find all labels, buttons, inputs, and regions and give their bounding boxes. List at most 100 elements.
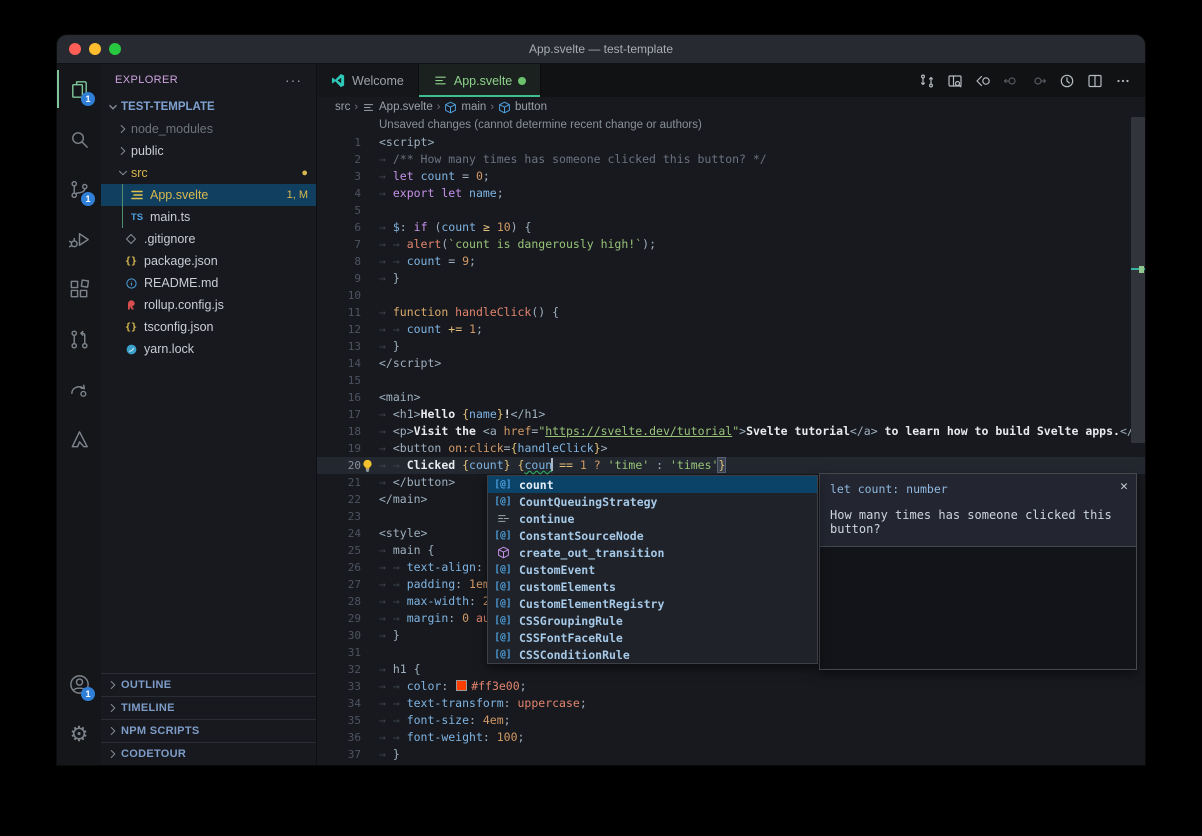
suggest-item-cssconditionrule[interactable]: [@]CSSConditionRule	[488, 646, 817, 663]
code-line-5[interactable]: 5	[317, 202, 1145, 219]
color-swatch[interactable]	[456, 680, 467, 691]
activity-run-and-debug-icon[interactable]	[57, 214, 101, 264]
code-line-33[interactable]: 33→ → color: #ff3e00;	[317, 678, 1145, 695]
activity-azure-icon[interactable]	[57, 414, 101, 464]
activity-accounts-icon[interactable]: 1	[57, 659, 101, 709]
split-editor-icon[interactable]	[1083, 69, 1107, 93]
suggest-item-label: CustomEvent	[519, 563, 595, 577]
gear-icon: ⚙	[70, 722, 89, 746]
section-npm-scripts[interactable]: NPM SCRIPTS	[101, 719, 316, 742]
file-row--gitignore[interactable]: .gitignore	[101, 228, 316, 250]
activity-extensions-icon[interactable]	[57, 264, 101, 314]
code-line-34[interactable]: 34→ → text-transform: uppercase;	[317, 695, 1145, 712]
suggest-item-cssgroupingrule[interactable]: [@]CSSGroupingRule	[488, 612, 817, 629]
line-number: 29	[317, 610, 379, 627]
code-line-10[interactable]: 10	[317, 287, 1145, 304]
activity-settings-icon[interactable]: ⚙	[57, 709, 101, 759]
file-row-node-modules[interactable]: node_modules	[101, 118, 316, 140]
file-row-app-svelte[interactable]: App.svelte1, M	[101, 184, 316, 206]
code-line-18[interactable]: 18→ <p>Visit the <a href="https://svelte…	[317, 423, 1145, 440]
suggest-item-create_out_transition[interactable]: create_out_transition	[488, 544, 817, 561]
open-changes-icon[interactable]	[943, 69, 967, 93]
navigate-back-icon[interactable]	[971, 69, 995, 93]
tab-welcome[interactable]: Welcome	[317, 64, 419, 97]
file-row-rollup-config-js[interactable]: rollup.config.js	[101, 294, 316, 316]
code-line-2[interactable]: 2→ /** How many times has someone clicke…	[317, 151, 1145, 168]
code-line-17[interactable]: 17→ <h1>Hello {name}!</h1>	[317, 406, 1145, 423]
code-line-8[interactable]: 8→ → count = 9;	[317, 253, 1145, 270]
suggest-item-count[interactable]: [@]count	[488, 476, 817, 493]
breadcrumb-item-button[interactable]: button	[498, 101, 547, 114]
lightbulb-icon[interactable]	[361, 459, 374, 472]
code-line-3[interactable]: 3→ let count = 0;	[317, 168, 1145, 185]
badge: 1	[81, 92, 95, 106]
line-number: 21	[317, 474, 379, 491]
section-timeline[interactable]: TIMELINE	[101, 696, 316, 719]
suggest-item-customevent[interactable]: [@]CustomEvent	[488, 561, 817, 578]
code-line-13[interactable]: 13→ }	[317, 338, 1145, 355]
explorer-more-actions-icon[interactable]: ···	[285, 72, 302, 88]
scrollbar-slider[interactable]	[1131, 117, 1145, 443]
code-line-6[interactable]: 6→ $: if (count ≥ 10) {	[317, 219, 1145, 236]
code-line-4[interactable]: 4→ export let name;	[317, 185, 1145, 202]
code-line-37[interactable]: 37→ }	[317, 746, 1145, 763]
line-number: 34	[317, 695, 379, 712]
activity-github-pull-requests-icon[interactable]	[57, 314, 101, 364]
line-number: 30	[317, 627, 379, 644]
section-outline[interactable]: OUTLINE	[101, 673, 316, 696]
gitlens-compare-icon[interactable]	[915, 69, 939, 93]
file-row-yarn-lock[interactable]: yarn.lock	[101, 338, 316, 360]
badge: 1	[81, 192, 95, 206]
suggest-item-continue[interactable]: continue	[488, 510, 817, 527]
breadcrumb-item-app-svelte[interactable]: App.svelte	[362, 101, 433, 114]
section-label: NPM SCRIPTS	[121, 725, 199, 737]
file-row-main-ts[interactable]: TSmain.ts	[101, 206, 316, 228]
line-number: 25	[317, 542, 379, 559]
workspace-root-folder[interactable]: TEST-TEMPLATE	[101, 96, 316, 118]
code-line-1[interactable]: 1<script>	[317, 134, 1145, 151]
code-line-9[interactable]: 9→ }	[317, 270, 1145, 287]
suggest-item-label: create_out_transition	[519, 546, 664, 560]
code-line-12[interactable]: 12→ → count += 1;	[317, 321, 1145, 338]
code-line-15[interactable]: 15	[317, 372, 1145, 389]
file-row-tsconfig-json[interactable]: {}tsconfig.json	[101, 316, 316, 338]
code-line-35[interactable]: 35→ → font-size: 4em;	[317, 712, 1145, 729]
code-editor[interactable]: Unsaved changes (cannot determine recent…	[317, 117, 1145, 765]
json-icon: {}	[123, 319, 139, 335]
code-line-16[interactable]: 16<main>	[317, 389, 1145, 406]
code-line-7[interactable]: 7→ → alert(`count is dangerously high!`)…	[317, 236, 1145, 253]
activity-source-control-icon[interactable]: 1	[57, 164, 101, 214]
code-line-14[interactable]: 14</script>	[317, 355, 1145, 372]
tab-app-svelte[interactable]: App.svelte	[419, 64, 541, 97]
tab-label: Welcome	[352, 74, 404, 88]
code-line-19[interactable]: 19→ <button on:click={handleClick}>	[317, 440, 1145, 457]
code-line-36[interactable]: 36→ → font-weight: 100;	[317, 729, 1145, 746]
unsaved-dot-icon[interactable]	[518, 77, 526, 85]
suggest-item-cssfontfacerule[interactable]: [@]CSSFontFaceRule	[488, 629, 817, 646]
activity-search-icon[interactable]	[57, 114, 101, 164]
file-row-readme-md[interactable]: README.md	[101, 272, 316, 294]
close-icon[interactable]: ✕	[1120, 480, 1128, 493]
code-line-11[interactable]: 11→ function handleClick() {	[317, 304, 1145, 321]
more-actions-icon[interactable]	[1111, 69, 1135, 93]
suggest-item-countqueuingstrategy[interactable]: [@]CountQueuingStrategy	[488, 493, 817, 510]
file-history-icon[interactable]	[1055, 69, 1079, 93]
file-row-src[interactable]: src●	[101, 162, 316, 184]
code-line-20[interactable]: 20→ → Clicked {count} {coun == 1 ? 'time…	[317, 457, 1145, 474]
file-row-public[interactable]: public	[101, 140, 316, 162]
breadcrumb-item-main[interactable]: main	[444, 101, 486, 114]
suggest-item-customelements[interactable]: [@]customElements	[488, 578, 817, 595]
section-codetour[interactable]: CODETOUR	[101, 742, 316, 765]
activity-live-share-icon[interactable]	[57, 364, 101, 414]
title-bar: App.svelte — test-template	[57, 35, 1145, 64]
line-number: 19	[317, 440, 379, 457]
suggest-item-customelementregistry[interactable]: [@]CustomElementRegistry	[488, 595, 817, 612]
suggest-item-constantsourcenode[interactable]: [@]ConstantSourceNode	[488, 527, 817, 544]
section-label: CODETOUR	[121, 748, 186, 760]
suggest-widget: [@]count[@]CountQueuingStrategycontinue[…	[487, 475, 818, 664]
breadcrumb-item-src[interactable]: src	[335, 101, 350, 113]
line-number: 4	[317, 185, 379, 202]
file-row-package-json[interactable]: {}package.json	[101, 250, 316, 272]
activity-explorer-icon[interactable]: 1	[57, 64, 101, 114]
breadcrumb-separator: ›	[437, 101, 441, 113]
